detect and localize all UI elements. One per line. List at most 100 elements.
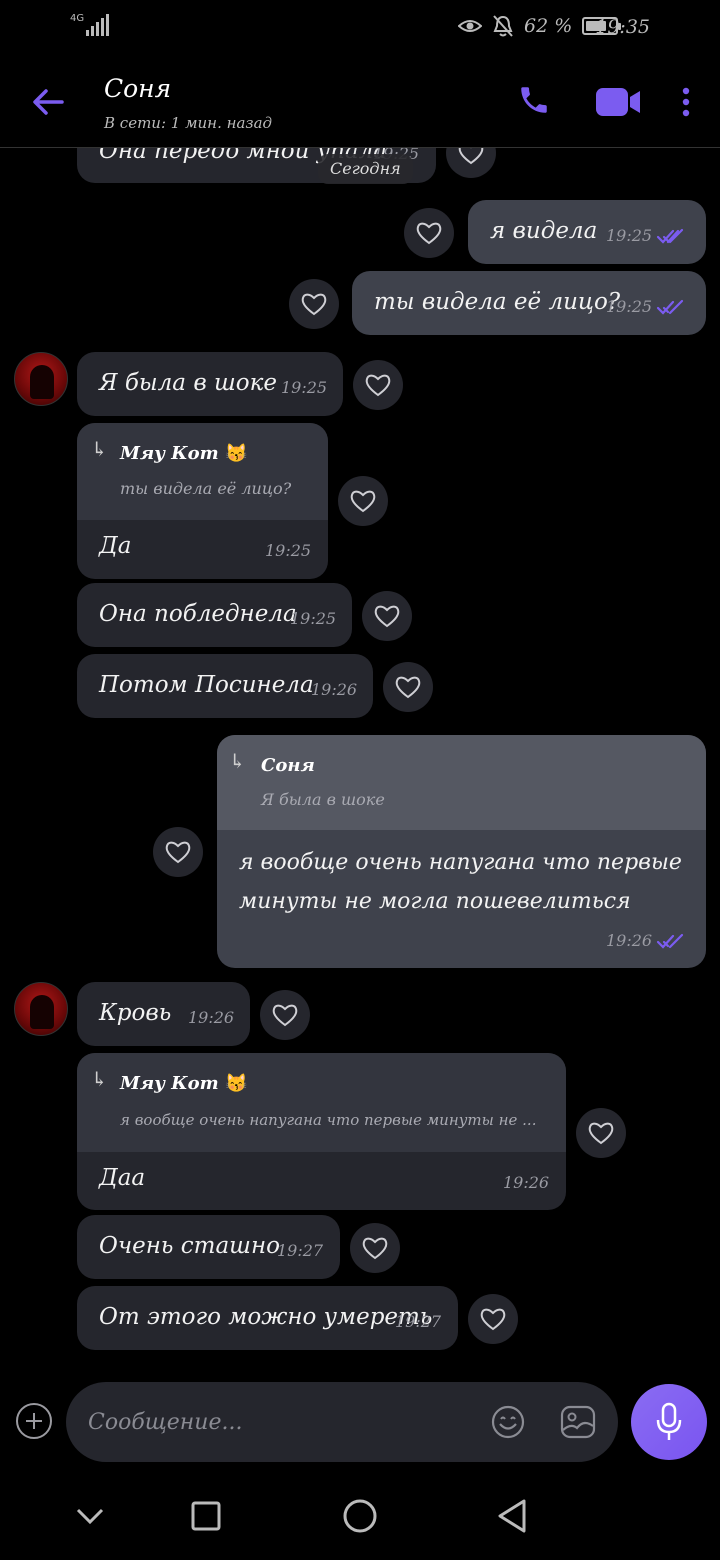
like-button[interactable] — [153, 827, 203, 877]
like-button[interactable] — [576, 1108, 626, 1158]
chat-header: Соня В сети: 1 мин. назад — [0, 58, 720, 148]
message-time: 19:25 — [281, 378, 328, 397]
reply-quote: ты видела её лицо? — [120, 479, 292, 498]
more-vertical-icon — [682, 87, 690, 117]
video-call-button[interactable] — [592, 80, 644, 124]
like-button[interactable] — [404, 208, 454, 258]
message-text-line: я вообще очень напугана что первые — [239, 850, 682, 875]
message-text: Потом Посинела — [99, 672, 314, 698]
like-button[interactable] — [468, 1294, 518, 1344]
nav-back-icon — [498, 1499, 526, 1533]
message-time: 19:27 — [277, 1241, 324, 1260]
like-button[interactable] — [446, 148, 496, 178]
message-text: Кровь — [99, 1000, 172, 1026]
reply-message-bubble[interactable]: ↳ Мяу Кот 😽 ты видела её лицо? Да 19:25 — [77, 423, 328, 579]
back-button[interactable] — [28, 80, 68, 124]
nav-recents-icon — [191, 1501, 221, 1531]
cat-emoji: 😽 — [225, 1073, 248, 1094]
attach-button[interactable] — [16, 1403, 52, 1439]
message-text: Она побледнела — [99, 601, 297, 627]
message-time: 19:25 — [606, 297, 653, 316]
reply-author: Соня — [261, 755, 315, 776]
date-separator: Сегодня — [318, 154, 413, 184]
reply-message-bubble[interactable]: ↳ Соня Я была в шоке я вообще очень напу… — [217, 735, 706, 968]
status-icons: 62 % — [458, 14, 622, 38]
heart-icon — [374, 605, 400, 628]
message-text-line: минуты не могла пошевелиться — [239, 889, 631, 914]
message-text: я видела — [490, 218, 598, 244]
contact-name[interactable]: Соня — [104, 74, 171, 103]
like-button[interactable] — [289, 279, 339, 329]
reply-message-bubble[interactable]: ↳ Мяу Кот 😽 я вообще очень напугана что … — [77, 1053, 566, 1210]
heart-icon — [272, 1004, 298, 1027]
back-arrow-icon — [33, 89, 64, 115]
nav-collapse-icon — [76, 1508, 104, 1525]
message-input[interactable] — [88, 1402, 468, 1442]
reply-preview[interactable]: ↳ Соня Я была в шоке — [217, 735, 706, 830]
like-button[interactable] — [383, 662, 433, 712]
reply-preview[interactable]: ↳ Мяу Кот 😽 ты видела её лицо? — [77, 423, 328, 520]
network-label: 4G — [70, 13, 85, 24]
bell-muted-icon — [493, 15, 513, 37]
message-text: Да — [99, 533, 132, 559]
message-bubble[interactable]: Очень сташно 19:27 — [77, 1215, 340, 1279]
gallery-button[interactable] — [558, 1402, 598, 1442]
message-time: 19:25 — [265, 541, 312, 560]
message-bubble[interactable]: От этого можно умереть 19:27 — [77, 1286, 458, 1350]
message-text: ты видела её лицо? — [374, 289, 621, 315]
like-button[interactable] — [338, 476, 388, 526]
read-checkmarks-icon — [656, 933, 684, 949]
gallery-icon — [560, 1405, 596, 1439]
battery-percent: 62 % — [524, 15, 573, 37]
reply-arrow-icon: ↳ — [229, 749, 246, 773]
message-time: 19:25 — [606, 226, 653, 245]
nav-back-button[interactable] — [488, 1492, 536, 1540]
heart-icon — [365, 374, 391, 397]
like-button[interactable] — [350, 1223, 400, 1273]
reply-preview[interactable]: ↳ Мяу Кот 😽 я вообще очень напугана что … — [77, 1053, 566, 1152]
message-text: Я была в шоке — [99, 370, 278, 396]
emoji-button[interactable] — [488, 1402, 528, 1442]
status-bar: 4G 62 % 19:35 — [0, 0, 720, 58]
voice-message-button[interactable] — [631, 1384, 707, 1460]
microphone-icon — [656, 1402, 682, 1440]
like-button[interactable] — [362, 591, 412, 641]
like-button[interactable] — [353, 360, 403, 410]
heart-icon — [350, 490, 376, 513]
nav-collapse-button[interactable] — [66, 1492, 114, 1540]
message-bubble[interactable]: Кровь 19:26 — [77, 982, 250, 1046]
nav-home-button[interactable] — [336, 1492, 384, 1540]
call-button[interactable] — [512, 78, 556, 122]
contact-avatar[interactable] — [14, 352, 68, 406]
read-checkmarks-icon — [656, 299, 684, 315]
heart-icon — [395, 676, 421, 699]
plus-icon — [26, 1413, 42, 1429]
message-bubble[interactable]: Она побледнела 19:25 — [77, 583, 352, 647]
message-bubble[interactable]: Потом Посинела 19:26 — [77, 654, 373, 718]
message-text: Очень сташно — [99, 1233, 280, 1259]
message-time: 19:27 — [395, 1312, 442, 1331]
message-text: От этого можно умереть — [99, 1304, 433, 1330]
emoji-icon — [491, 1405, 525, 1439]
message-bubble[interactable]: я видела 19:25 — [468, 200, 706, 264]
more-options-button[interactable] — [674, 80, 698, 124]
contact-status: В сети: 1 мин. назад — [104, 114, 273, 132]
heart-icon — [480, 1308, 506, 1331]
message-bubble[interactable]: Я была в шоке 19:25 — [77, 352, 343, 416]
system-navigation-bar — [0, 1470, 720, 1560]
contact-avatar[interactable] — [14, 982, 68, 1036]
heart-icon — [301, 293, 327, 316]
reply-quote: я вообще очень напугана что первые минут… — [120, 1111, 537, 1129]
like-button[interactable] — [260, 990, 310, 1040]
heart-icon — [362, 1237, 388, 1260]
heart-icon — [458, 148, 484, 165]
reply-arrow-icon: ↳ — [91, 437, 108, 461]
message-list[interactable]: Она передо мной упала 19:25 Сегодня я ви… — [0, 148, 720, 1370]
clock: 19:35 — [595, 16, 650, 38]
reply-author: Мяу Кот 😽 — [120, 1073, 248, 1094]
signal-icon — [86, 14, 109, 36]
video-camera-icon — [596, 88, 640, 116]
cat-emoji: 😽 — [225, 443, 248, 464]
nav-recents-button[interactable] — [182, 1492, 230, 1540]
message-bubble[interactable]: ты видела её лицо? 19:25 — [352, 271, 706, 335]
